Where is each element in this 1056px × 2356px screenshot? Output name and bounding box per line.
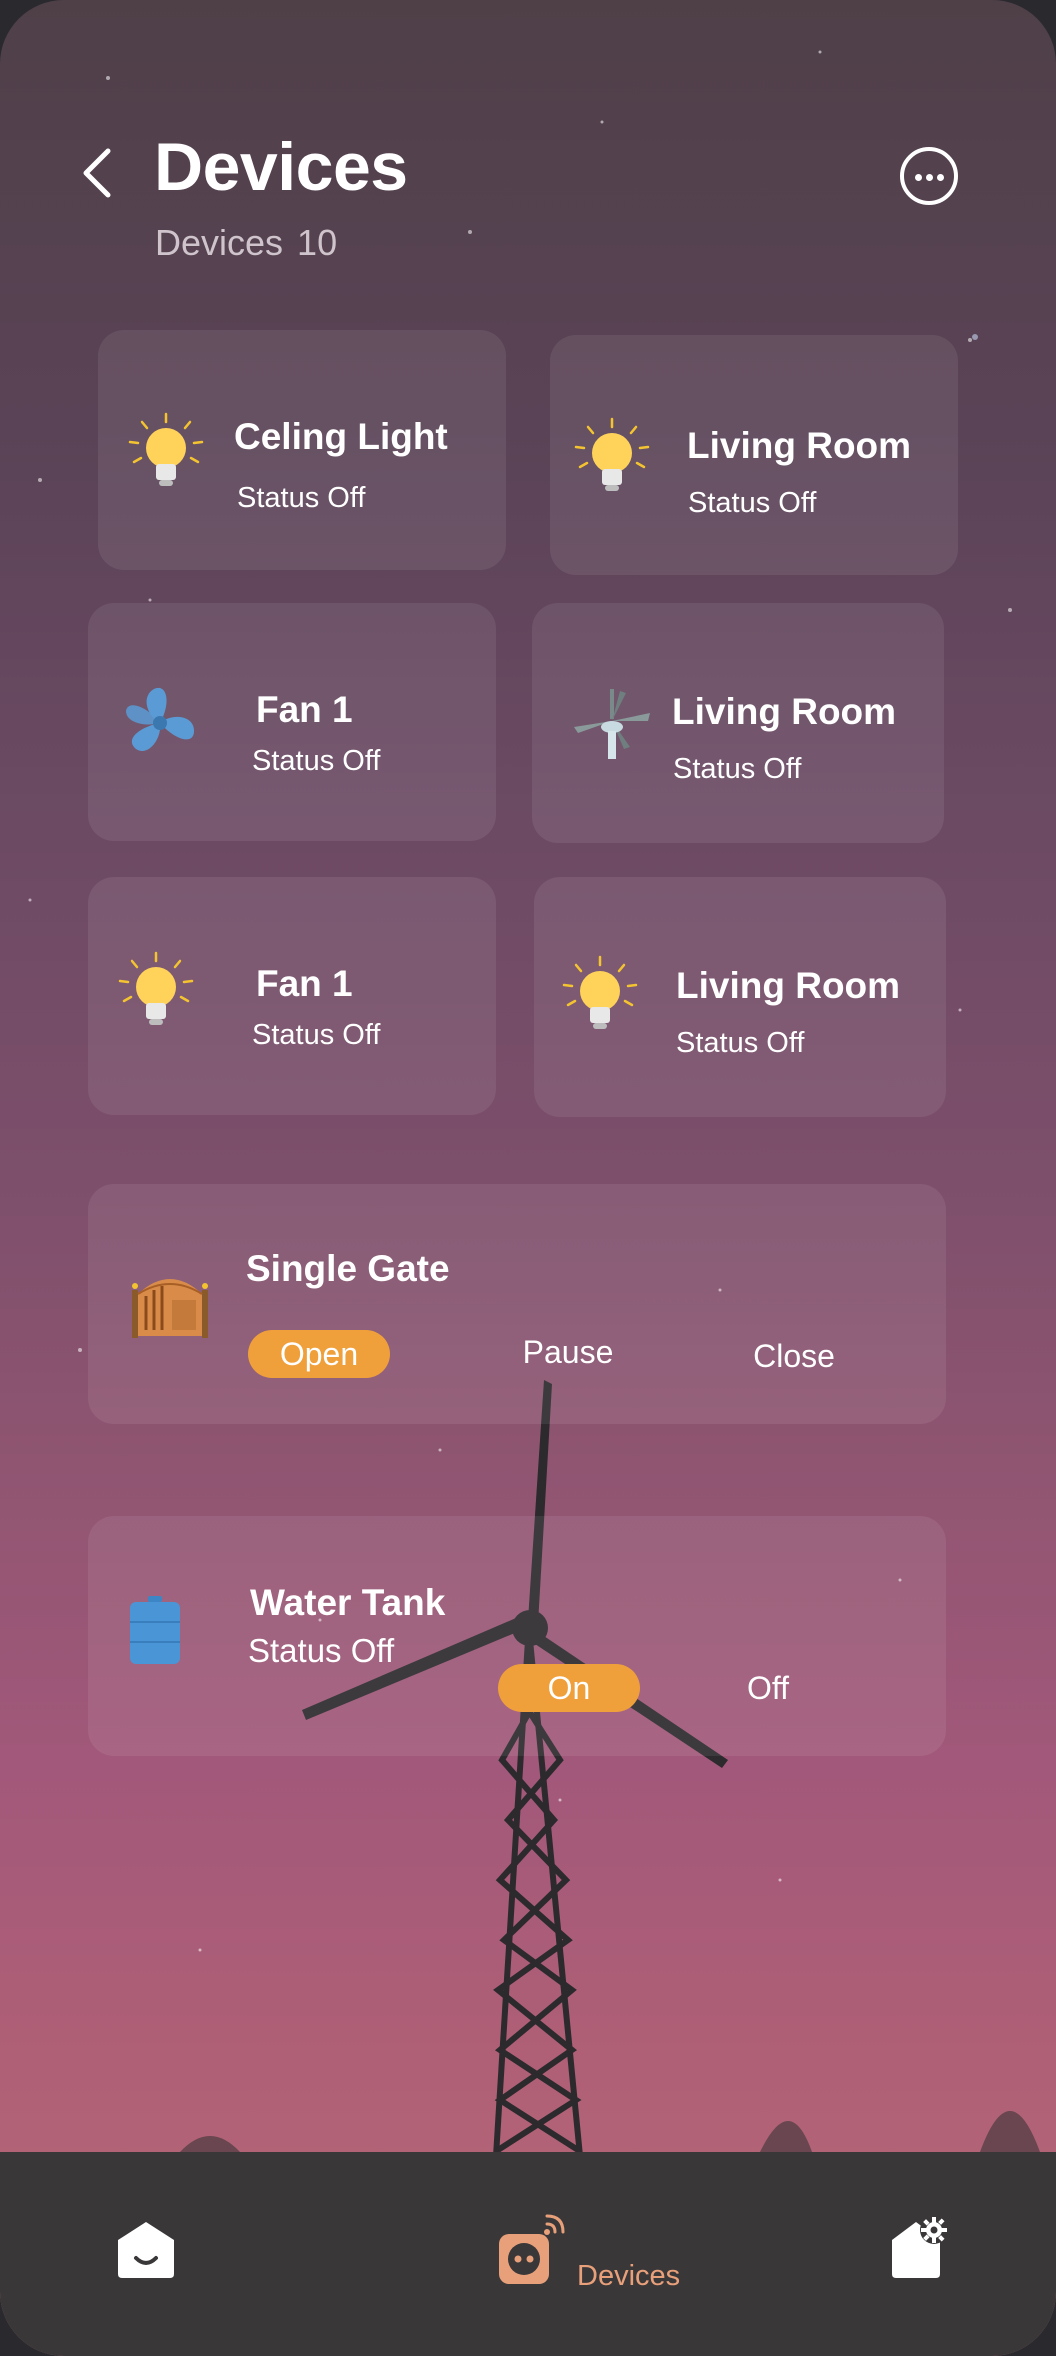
ceiling-fan-icon (574, 689, 650, 759)
back-arrow-icon[interactable] (78, 145, 118, 201)
gate-close-button[interactable]: Close (734, 1332, 854, 1380)
gate-open-button[interactable]: Open (248, 1330, 390, 1378)
more-options-icon[interactable] (900, 147, 958, 205)
smart-plug-icon (499, 2214, 565, 2284)
tank-on-button[interactable]: On (498, 1664, 640, 1712)
device-card[interactable]: Fan 1 Status Off (88, 603, 496, 841)
device-card[interactable]: Celing Light Status Off (98, 330, 506, 570)
device-card[interactable]: Living Room Status Off (534, 877, 946, 1117)
tank-card: Water Tank Status Off On Off (88, 1516, 946, 1756)
device-status: Status Off (237, 482, 366, 514)
home-settings-icon[interactable] (888, 2214, 952, 2280)
device-name: Living Room (672, 691, 897, 732)
tank-name: Water Tank (250, 1582, 446, 1623)
device-card[interactable]: Living Room Status Off (532, 603, 944, 843)
gate-pause-button[interactable]: Pause (508, 1328, 628, 1376)
device-name: Living Room (676, 965, 901, 1006)
water-tank-icon (130, 1596, 180, 1664)
device-count-value: 10 (297, 222, 338, 263)
device-status: Status Off (688, 487, 817, 519)
device-status: Status Off (673, 753, 802, 785)
device-name: Fan 1 (256, 963, 353, 1004)
tab-devices[interactable]: Devices (497, 2212, 687, 2292)
page-title: Devices (154, 129, 408, 205)
gate-icon (132, 1279, 208, 1338)
header: Devices Devices 10 (0, 0, 1056, 300)
tab-devices-label: Devices (577, 2260, 681, 2292)
bulb-icon (574, 417, 650, 491)
tank-off-button[interactable]: Off (718, 1664, 818, 1712)
home-icon[interactable] (114, 2218, 178, 2280)
device-status: Status Off (252, 745, 381, 777)
tank-status: Status Off (248, 1632, 395, 1669)
bulb-icon (128, 412, 204, 486)
gate-card: Single Gate Open Pause Close (88, 1184, 946, 1424)
device-status: Status Off (676, 1027, 805, 1059)
device-name: Living Room (687, 425, 912, 466)
app-screen: Devices Devices 10 Celing Light Status Of… (0, 0, 1056, 2356)
device-name: Celing Light (234, 416, 448, 457)
bulb-icon (118, 951, 194, 1025)
device-card[interactable]: Fan 1 Status Off (88, 877, 496, 1115)
fan-icon (126, 687, 194, 751)
device-name: Fan 1 (256, 689, 353, 730)
device-count-label: Devices (155, 222, 284, 263)
device-count: Devices 10 (155, 222, 351, 264)
device-status: Status Off (252, 1019, 381, 1051)
gate-name: Single Gate (246, 1248, 450, 1289)
bulb-icon (562, 955, 638, 1029)
device-card[interactable]: Living Room Status Off (550, 335, 958, 575)
